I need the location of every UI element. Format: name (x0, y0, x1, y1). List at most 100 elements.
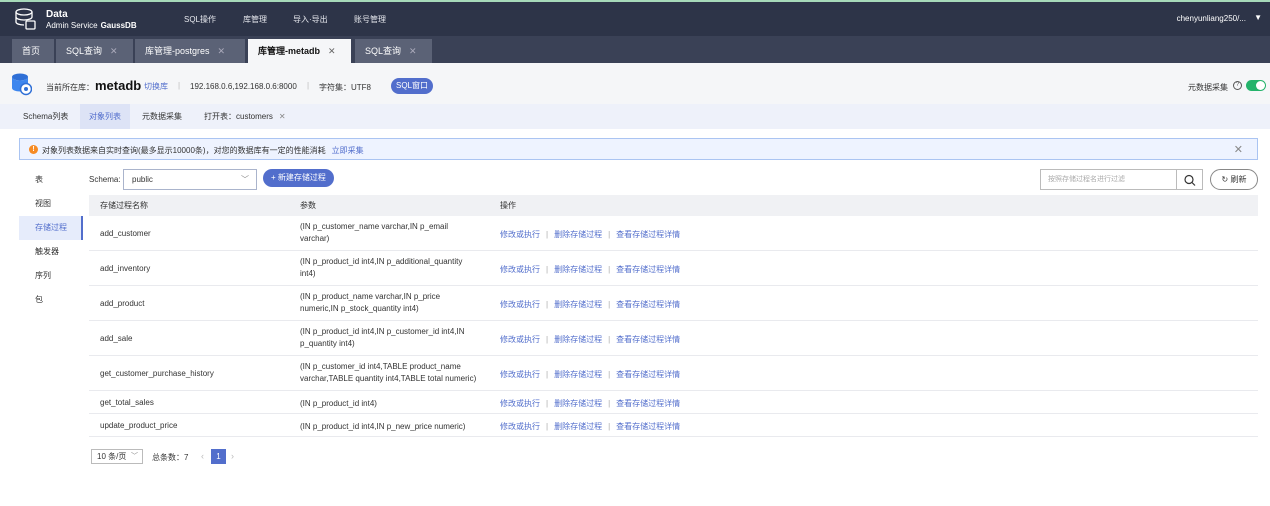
refresh-button[interactable]: ↻ 刷新 (1210, 169, 1258, 190)
switch-db-link[interactable]: 切换库 (144, 81, 168, 92)
separator: | (546, 335, 549, 344)
nav-item-view[interactable]: 视图 (19, 192, 83, 216)
table-row: add_sale (IN p_product_id int4,IN p_custo… (89, 321, 1258, 356)
edit-execute-link[interactable]: 修改或执行 (500, 422, 540, 431)
brand-subtitle: Admin Service GaussDB (46, 21, 137, 30)
tab-home[interactable]: 首页 (12, 39, 54, 63)
sub-tabs: Schema列表 对象列表 元数据采集 打开表：customers ✕ (0, 104, 1270, 129)
table-header: 存储过程名称 参数 操作 (89, 195, 1258, 216)
separator: | (608, 300, 611, 309)
prev-page-icon[interactable]: ‹ (201, 451, 204, 461)
subtab-open-table[interactable]: 打开表：customers ✕ (195, 104, 295, 129)
menu-sql-ops[interactable]: SQL操作 (184, 14, 216, 25)
collect-now-link[interactable]: 立即采集 (332, 146, 364, 155)
delete-procedure-link[interactable]: 删除存储过程 (554, 370, 602, 379)
schema-select[interactable]: public ﹀ (123, 169, 257, 190)
new-procedure-button[interactable]: + 新建存储过程 (263, 169, 334, 187)
object-type-nav: 表 视图 存储过程 触发器 序列 包 (19, 168, 83, 312)
view-procedure-detail-link[interactable]: 查看存储过程详情 (616, 422, 680, 431)
subtab-meta-collect[interactable]: 元数据采集 (133, 104, 191, 129)
separator: | (546, 230, 549, 239)
tab-db-postgres[interactable]: 库管理-postgres ✕ (135, 39, 245, 63)
tab-sql-query-2[interactable]: SQL查询 ✕ (355, 39, 432, 63)
current-page-button[interactable]: 1 (211, 449, 226, 464)
delete-procedure-link[interactable]: 删除存储过程 (554, 265, 602, 274)
user-name[interactable]: chenyunliang250/... (1177, 14, 1246, 23)
procedure-name: add_product (100, 299, 145, 308)
brand-title: Data (46, 9, 68, 20)
next-page-icon[interactable]: › (231, 451, 234, 461)
edit-execute-link[interactable]: 修改或执行 (500, 230, 540, 239)
delete-procedure-link[interactable]: 删除存储过程 (554, 230, 602, 239)
procedure-params: (IN p_customer_id int4,TABLE product_nam… (300, 362, 477, 383)
close-icon[interactable]: ✕ (279, 112, 286, 121)
help-icon[interactable]: ? (1233, 81, 1242, 90)
view-procedure-detail-link[interactable]: 查看存储过程详情 (616, 265, 680, 274)
procedure-params: (IN p_product_id int4,IN p_customer_id i… (300, 327, 465, 348)
row-actions: 修改或执行 | 删除存储过程 | 查看存储过程详情 (500, 229, 680, 240)
separator: | (178, 81, 181, 90)
notice-banner: ! 对象列表数据来自实时查询(最多显示10000条)，对您的数据库有一定的性能消… (19, 138, 1258, 160)
filter-input[interactable]: 按照存储过程名进行过滤 (1040, 169, 1177, 190)
procedure-params: (IN p_product_name varchar,IN p_price nu… (300, 292, 441, 313)
menu-import-export[interactable]: 导入·导出 (293, 14, 328, 25)
delete-procedure-link[interactable]: 删除存储过程 (554, 422, 602, 431)
notice-text: 对象列表数据来自实时查询(最多显示10000条)，对您的数据库有一定的性能消耗立… (42, 146, 364, 155)
view-procedure-detail-link[interactable]: 查看存储过程详情 (616, 335, 680, 344)
row-actions: 修改或执行 | 删除存储过程 | 查看存储过程详情 (500, 369, 680, 380)
procedure-table: 存储过程名称 参数 操作 add_customer (IN p_customer_… (89, 195, 1258, 437)
separator: | (608, 370, 611, 379)
table-body: add_customer (IN p_customer_name varchar,… (89, 216, 1258, 437)
view-procedure-detail-link[interactable]: 查看存储过程详情 (616, 370, 680, 379)
nav-item-trigger[interactable]: 触发器 (19, 240, 83, 264)
chevron-down-icon: ﹀ (131, 453, 138, 460)
chevron-down-icon: ﹀ (241, 175, 249, 184)
current-db-label: 当前所在库： (46, 83, 94, 92)
edit-execute-link[interactable]: 修改或执行 (500, 370, 540, 379)
warning-icon: ! (29, 145, 38, 154)
delete-procedure-link[interactable]: 删除存储过程 (554, 300, 602, 309)
table-row: get_total_sales (IN p_product_id int4) 修改或… (89, 391, 1258, 414)
delete-procedure-link[interactable]: 删除存储过程 (554, 399, 602, 408)
page-size-select[interactable]: 10 条/页 ﹀ (91, 449, 143, 464)
close-icon[interactable]: ✕ (110, 46, 118, 56)
nav-item-sequence[interactable]: 序列 (19, 264, 83, 288)
close-icon[interactable]: ✕ (409, 46, 417, 56)
separator: | (307, 81, 310, 90)
nav-item-procedure[interactable]: 存储过程 (19, 216, 83, 240)
user-dropdown-icon[interactable]: ▼ (1254, 13, 1262, 22)
procedure-params: (IN p_product_id int4,IN p_new_price num… (300, 422, 466, 431)
view-procedure-detail-link[interactable]: 查看存储过程详情 (616, 230, 680, 239)
separator: | (608, 265, 611, 274)
separator: | (546, 422, 549, 431)
view-procedure-detail-link[interactable]: 查看存储过程详情 (616, 399, 680, 408)
delete-procedure-link[interactable]: 删除存储过程 (554, 335, 602, 344)
nav-item-table[interactable]: 表 (19, 168, 83, 192)
separator: | (546, 399, 549, 408)
edit-execute-link[interactable]: 修改或执行 (500, 399, 540, 408)
total-count: 总条数：7 (152, 453, 189, 462)
sql-window-button[interactable]: SQL窗口 (391, 78, 434, 94)
edit-execute-link[interactable]: 修改或执行 (500, 300, 540, 309)
schema-label: Schema: (89, 175, 121, 184)
table-row: update_product_price (IN p_product_id int… (89, 414, 1258, 437)
search-button[interactable] (1177, 169, 1203, 190)
separator: | (546, 265, 549, 274)
close-icon[interactable]: ✕ (328, 46, 336, 56)
tab-db-metadb[interactable]: 库管理-metadb ✕ (248, 39, 351, 63)
nav-item-package[interactable]: 包 (19, 288, 83, 312)
row-actions: 修改或执行 | 删除存储过程 | 查看存储过程详情 (500, 334, 680, 345)
menu-db-manage[interactable]: 库管理 (243, 14, 267, 25)
close-icon[interactable]: ✕ (1234, 143, 1243, 156)
row-actions: 修改或执行 | 删除存储过程 | 查看存储过程详情 (500, 398, 680, 409)
close-icon[interactable]: ✕ (218, 46, 226, 56)
meta-collect-toggle[interactable] (1246, 80, 1266, 91)
tab-sql-query-1[interactable]: SQL查询 ✕ (56, 39, 133, 63)
menu-account-manage[interactable]: 账号管理 (354, 14, 386, 25)
subtab-object-list[interactable]: 对象列表 (80, 104, 130, 129)
edit-execute-link[interactable]: 修改或执行 (500, 265, 540, 274)
edit-execute-link[interactable]: 修改或执行 (500, 335, 540, 344)
procedure-name: get_customer_purchase_history (100, 369, 214, 378)
view-procedure-detail-link[interactable]: 查看存储过程详情 (616, 300, 680, 309)
subtab-schema-list[interactable]: Schema列表 (14, 104, 77, 129)
